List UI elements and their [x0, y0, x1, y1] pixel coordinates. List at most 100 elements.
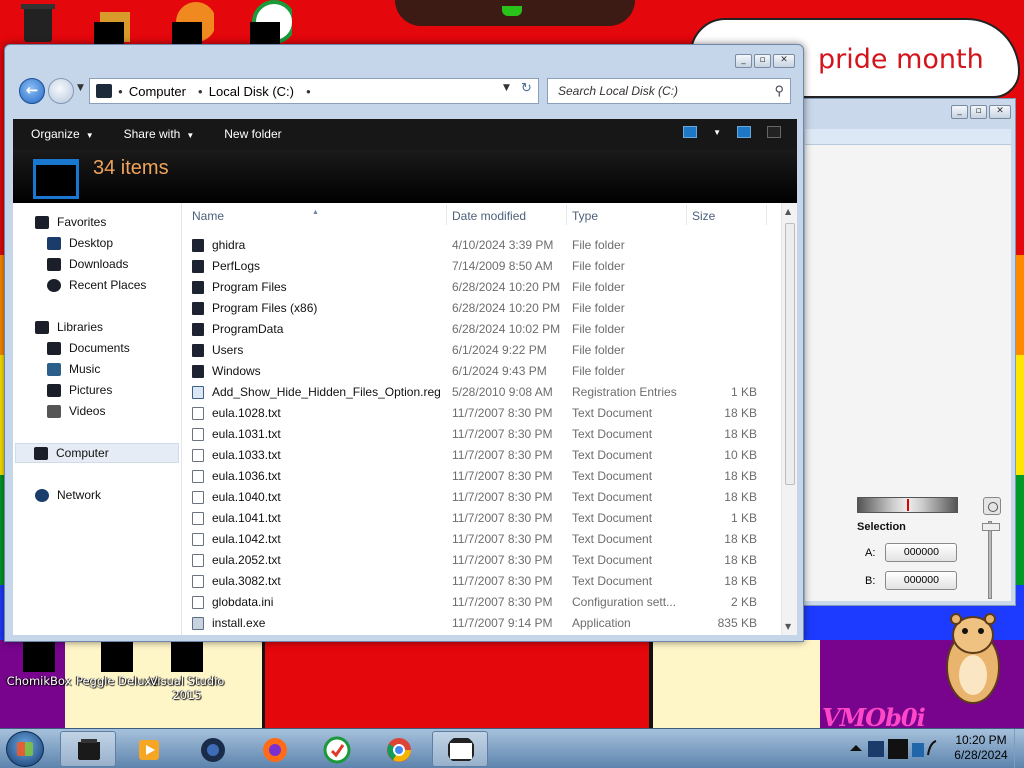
- close-icon[interactable]: ✕: [989, 105, 1011, 119]
- taskbar-movie-maker-button[interactable]: [432, 731, 488, 767]
- breadcrumb-separator-icon[interactable]: ●: [198, 87, 203, 96]
- nav-downloads[interactable]: Downloads: [47, 257, 128, 271]
- table-row[interactable]: eula.1042.txt 11/7/2007 8:30 PM Text Docum…: [182, 529, 781, 550]
- column-divider[interactable]: [446, 205, 447, 225]
- table-row[interactable]: globdata.ini 11/7/2007 8:30 PM Configurati…: [182, 592, 781, 613]
- help-icon[interactable]: [767, 126, 781, 138]
- nav-documents[interactable]: Documents: [47, 341, 130, 355]
- nav-desktop[interactable]: Desktop: [47, 236, 113, 250]
- nav-computer[interactable]: Computer: [15, 443, 179, 463]
- nav-recent-places[interactable]: Recent Places: [47, 278, 146, 292]
- taskbar-chrome-button[interactable]: [370, 731, 426, 767]
- desktop-icon-chomikbox[interactable]: ChomikBox: [0, 640, 82, 688]
- position-meter[interactable]: [857, 497, 958, 513]
- breadcrumb-separator-icon[interactable]: ●: [306, 87, 311, 96]
- vertical-scrollbar[interactable]: ▲ ▼: [781, 203, 797, 635]
- table-row[interactable]: eula.1036.txt 11/7/2007 8:30 PM Text Docum…: [182, 466, 781, 487]
- scrollbar-thumb[interactable]: [785, 223, 795, 485]
- maximize-icon[interactable]: ▫: [754, 54, 771, 68]
- table-row[interactable]: eula.2052.txt 11/7/2007 8:30 PM Text Docum…: [182, 550, 781, 571]
- nav-favorites[interactable]: Favorites: [35, 215, 106, 229]
- nav-music[interactable]: Music: [47, 362, 100, 376]
- share-with-button[interactable]: Share with ▼: [124, 127, 195, 141]
- explorer-window[interactable]: _ ▫ ✕ ← ▼ ● Computer ● Local Disk (C:) ●…: [4, 44, 804, 642]
- taskbar-ccleaner-button[interactable]: [308, 731, 364, 767]
- recycle-bin-icon[interactable]: [18, 0, 58, 44]
- desktop-icon-visual-studio[interactable]: Visual Studio 2015: [144, 640, 230, 702]
- selection-a-field[interactable]: 000000: [885, 543, 958, 562]
- table-row[interactable]: ghidra 4/10/2024 3:39 PM File folder: [182, 235, 781, 256]
- search-placeholder: Search Local Disk (C:): [558, 84, 679, 98]
- table-row[interactable]: Add_Show_Hide_Hidden_Files_Option.reg 5/2…: [182, 382, 781, 403]
- file-size: 10 KB: [724, 448, 757, 462]
- column-divider[interactable]: [686, 205, 687, 225]
- ccleaner-shortcut-icon[interactable]: [248, 0, 296, 44]
- table-row[interactable]: ProgramData 6/28/2024 10:02 PM File folder: [182, 319, 781, 340]
- column-header-size[interactable]: Size: [692, 209, 715, 223]
- volume-slider[interactable]: [988, 521, 992, 599]
- nav-pictures[interactable]: Pictures: [47, 383, 112, 397]
- speaker-icon[interactable]: [983, 497, 1001, 515]
- folder-shortcut-icon[interactable]: [92, 0, 132, 44]
- close-icon[interactable]: ✕: [773, 54, 795, 68]
- new-folder-button[interactable]: New folder: [224, 127, 281, 141]
- preview-pane-icon[interactable]: [737, 126, 751, 138]
- table-row[interactable]: eula.1041.txt 11/7/2007 8:30 PM Text Docum…: [182, 508, 781, 529]
- scroll-down-icon[interactable]: ▼: [785, 622, 791, 631]
- forward-arrow-icon[interactable]: [48, 78, 74, 104]
- address-bar[interactable]: ● Computer ● Local Disk (C:) ●: [89, 78, 539, 104]
- start-button[interactable]: [6, 731, 44, 767]
- file-name: eula.1042.txt: [212, 532, 281, 546]
- nav-libraries[interactable]: Libraries: [35, 320, 103, 334]
- column-divider[interactable]: [566, 205, 567, 225]
- selection-b-field[interactable]: 000000: [885, 571, 958, 590]
- background-window[interactable]: _ ▫ ✕ Selection A: 000000 B: 000000: [800, 98, 1016, 606]
- table-row[interactable]: eula.1040.txt 11/7/2007 8:30 PM Text Docum…: [182, 487, 781, 508]
- table-row[interactable]: Windows 6/1/2024 9:43 PM File folder: [182, 361, 781, 382]
- file-date-modified: 11/7/2007 8:30 PM: [452, 553, 553, 567]
- table-row[interactable]: install.exe 11/7/2007 9:14 PM Application 8…: [182, 613, 781, 634]
- address-dropdown-icon[interactable]: ▼: [503, 83, 510, 93]
- scroll-up-icon[interactable]: ▲: [785, 207, 791, 216]
- table-row[interactable]: eula.1031.txt 11/7/2007 8:30 PM Text Docum…: [182, 424, 781, 445]
- nav-desktop-label: Desktop: [69, 236, 114, 250]
- show-desktop-button[interactable]: [1014, 729, 1024, 768]
- file-date-modified: 11/7/2007 9:14 PM: [452, 616, 553, 630]
- change-view-icon[interactable]: [683, 126, 698, 138]
- breadcrumb-separator-icon[interactable]: ●: [118, 87, 123, 96]
- chevron-down-icon[interactable]: ▼: [713, 128, 721, 137]
- table-row[interactable]: eula.1033.txt 11/7/2007 8:30 PM Text Docum…: [182, 445, 781, 466]
- column-header-date-modified[interactable]: Date modified: [452, 209, 526, 223]
- table-row[interactable]: Program Files (x86) 6/28/2024 10:20 PM Fil…: [182, 298, 781, 319]
- breadcrumb-local-disk[interactable]: Local Disk (C:): [209, 84, 294, 99]
- volume-slider-knob[interactable]: [982, 523, 1000, 531]
- taskbar-app-button[interactable]: [184, 731, 240, 767]
- maximize-icon[interactable]: ▫: [970, 105, 987, 119]
- search-icon[interactable]: ⚲: [774, 79, 784, 103]
- nav-network[interactable]: Network: [35, 488, 101, 502]
- nav-videos[interactable]: Videos: [47, 404, 105, 418]
- app-shortcut-icon[interactable]: [170, 0, 216, 44]
- search-input[interactable]: Search Local Disk (C:) ⚲: [547, 78, 791, 104]
- organize-button[interactable]: Organize ▼: [31, 127, 94, 141]
- taskbar-firefox-button[interactable]: [246, 731, 302, 767]
- table-row[interactable]: PerfLogs 7/14/2009 8:50 AM File folder: [182, 256, 781, 277]
- taskbar-clock[interactable]: 10:20 PM 6/28/2024: [942, 733, 1020, 763]
- taskbar-explorer-button[interactable]: [60, 731, 116, 767]
- table-row[interactable]: Program Files 6/28/2024 10:20 PM File fold…: [182, 277, 781, 298]
- refresh-icon[interactable]: ↻: [521, 81, 532, 96]
- minimize-icon[interactable]: _: [735, 54, 752, 68]
- table-row[interactable]: eula.3082.txt 11/7/2007 8:30 PM Text Docum…: [182, 571, 781, 592]
- back-arrow-icon[interactable]: ←: [19, 78, 45, 104]
- details-header-panel: 34 items: [13, 149, 797, 203]
- taskbar-media-player-button[interactable]: [120, 731, 176, 767]
- column-header-name[interactable]: Name: [192, 209, 224, 223]
- breadcrumb-computer[interactable]: Computer: [129, 84, 186, 99]
- table-row[interactable]: eula.1028.txt 11/7/2007 8:30 PM Text Docum…: [182, 403, 781, 424]
- file-type: File folder: [572, 322, 625, 336]
- recent-pages-chevron-icon[interactable]: ▼: [77, 83, 84, 93]
- column-divider[interactable]: [766, 205, 767, 225]
- minimize-icon[interactable]: _: [951, 105, 968, 119]
- table-row[interactable]: Users 6/1/2024 9:22 PM File folder: [182, 340, 781, 361]
- column-header-type[interactable]: Type: [572, 209, 598, 223]
